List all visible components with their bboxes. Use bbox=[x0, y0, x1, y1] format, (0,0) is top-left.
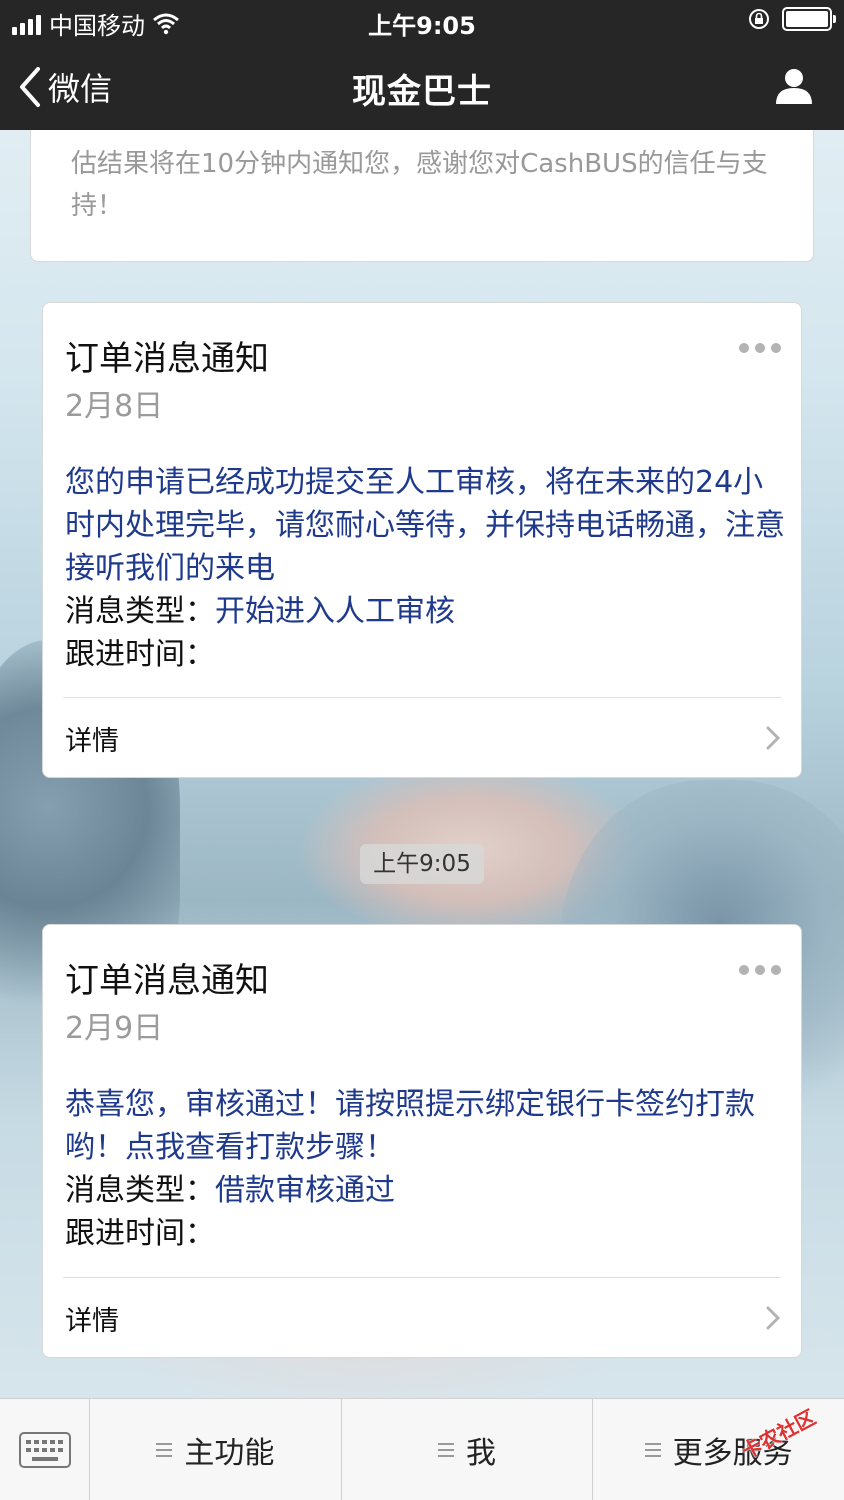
previous-message-text: 估结果将在10分钟内通知您，感谢您对CashBUS的信任与支持！ bbox=[71, 130, 771, 227]
details-label: 详情 bbox=[65, 1305, 119, 1337]
followup-time-row: 跟进时间： bbox=[65, 633, 785, 676]
details-label: 详情 bbox=[65, 725, 119, 757]
followup-time-label: 跟进时间： bbox=[65, 637, 215, 672]
bottom-menu-bar: 主功能 我 更多服务 bbox=[0, 1398, 844, 1500]
chat-area[interactable]: 估结果将在10分钟内通知您，感谢您对CashBUS的信任与支持！ 订单消息通知 … bbox=[0, 130, 844, 1398]
message-date: 2月9日 bbox=[65, 1011, 164, 1046]
message-type-value: 借款审核通过 bbox=[215, 1173, 395, 1208]
chevron-right-icon bbox=[766, 726, 781, 750]
message-type-value: 开始进入人工审核 bbox=[215, 594, 455, 629]
menu-item-main[interactable]: 主功能 bbox=[90, 1399, 342, 1500]
menu-item-label: 主功能 bbox=[184, 1435, 275, 1471]
status-time: 上午9:05 bbox=[368, 12, 476, 40]
more-options-icon[interactable] bbox=[739, 965, 781, 975]
details-link[interactable]: 详情 bbox=[65, 709, 781, 767]
message-card[interactable]: 订单消息通知 2月8日 您的申请已经成功提交至人工审核，将在未来的24小时内处理… bbox=[42, 302, 802, 778]
menu-item-me[interactable]: 我 bbox=[342, 1399, 594, 1500]
previous-message-body: 估结果将在10分钟内通知您，感谢您对CashBUS的信任与支持！ bbox=[71, 149, 768, 221]
previous-message-card[interactable]: 估结果将在10分钟内通知您，感谢您对CashBUS的信任与支持！ bbox=[30, 130, 814, 262]
more-options-icon[interactable] bbox=[739, 343, 781, 353]
followup-time-label: 跟进时间： bbox=[65, 1216, 215, 1251]
timestamp-pill: 上午9:05 bbox=[360, 844, 484, 884]
message-content[interactable]: 恭喜您，审核通过！请按照提示绑定银行卡签约打款哟！点我查看打款步骤！ bbox=[65, 1083, 785, 1169]
followup-time-row: 跟进时间： bbox=[65, 1212, 785, 1255]
nav-bar: 微信 现金巴士 bbox=[0, 44, 844, 130]
message-title: 订单消息通知 bbox=[65, 339, 269, 379]
chevron-right-icon bbox=[766, 1306, 781, 1330]
profile-icon[interactable] bbox=[774, 66, 814, 106]
message-content: 您的申请已经成功提交至人工审核，将在未来的24小时内处理完毕，请您耐心等待，并保… bbox=[65, 465, 785, 586]
status-bar: 中国移动 上午9:05 bbox=[0, 0, 844, 44]
status-right bbox=[748, 7, 836, 31]
divider bbox=[63, 1277, 781, 1278]
message-date: 2月8日 bbox=[65, 389, 164, 424]
message-type-row: 消息类型：开始进入人工审核 bbox=[65, 590, 785, 633]
divider bbox=[63, 697, 781, 698]
message-body: 恭喜您，审核通过！请按照提示绑定银行卡签约打款哟！点我查看打款步骤！ 消息类型：… bbox=[65, 1083, 785, 1255]
message-type-label: 消息类型： bbox=[65, 594, 215, 629]
battery-icon bbox=[782, 7, 836, 31]
menu-list-icon bbox=[644, 1442, 661, 1457]
keyboard-icon bbox=[18, 1431, 71, 1468]
keyboard-toggle-button[interactable] bbox=[0, 1399, 90, 1500]
message-type-label: 消息类型： bbox=[65, 1173, 215, 1208]
menu-list-icon bbox=[438, 1442, 454, 1457]
cut-off-line bbox=[71, 130, 771, 143]
rotation-lock-icon bbox=[749, 9, 769, 29]
message-body: 您的申请已经成功提交至人工审核，将在未来的24小时内处理完毕，请您耐心等待，并保… bbox=[65, 461, 785, 676]
menu-item-label: 我 bbox=[466, 1435, 496, 1471]
message-title: 订单消息通知 bbox=[65, 961, 269, 1001]
message-type-row: 消息类型：借款审核通过 bbox=[65, 1169, 785, 1212]
message-card[interactable]: 订单消息通知 2月9日 恭喜您，审核通过！请按照提示绑定银行卡签约打款哟！点我查… bbox=[42, 924, 802, 1358]
details-link[interactable]: 详情 bbox=[65, 1289, 781, 1347]
menu-list-icon bbox=[156, 1442, 173, 1457]
page-title: 现金巴士 bbox=[352, 72, 492, 112]
